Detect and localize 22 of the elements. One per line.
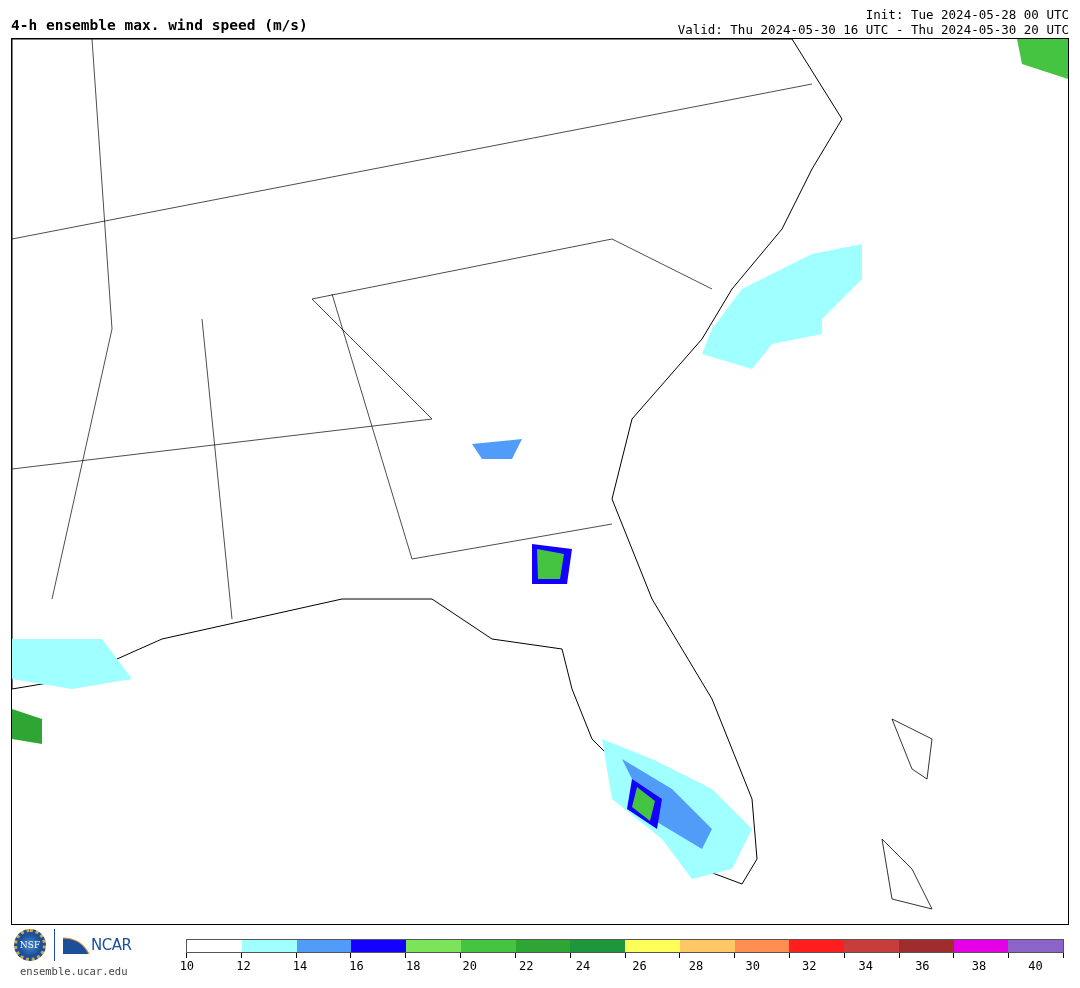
tick-label: 36 [914,959,931,973]
tick-label: 18 [404,959,422,973]
chart-title: 4-h ensemble max. wind speed (m/s) [11,17,308,33]
tick-label: 32 [801,959,818,973]
tick-label: 26 [631,959,648,973]
nsf-logo: NSF [14,929,46,961]
tick-label: 14 [291,959,309,973]
tick-label: 30 [744,959,761,973]
init-time: Init: Tue 2024-05-28 00 UTC [864,8,1069,23]
tick-label: 22 [518,959,535,973]
tick-label: 28 [687,959,705,973]
tick-label: 16 [348,959,365,973]
tick-label: 24 [574,959,592,973]
tick-label: 34 [857,959,874,973]
tick-label: 20 [461,959,478,973]
tick-label: 38 [970,959,988,973]
ncar-logo: NCAR [63,936,132,954]
tick-label: 40 [1027,959,1044,973]
tick-label: 10 [178,959,196,973]
site-url: ensemble.ucar.edu [20,965,128,977]
tick-label: 12 [235,959,252,973]
valid-time: Valid: Thu 2024-05-30 16 UTC - Thu 2024-05-30 20 UTC [677,22,1069,37]
